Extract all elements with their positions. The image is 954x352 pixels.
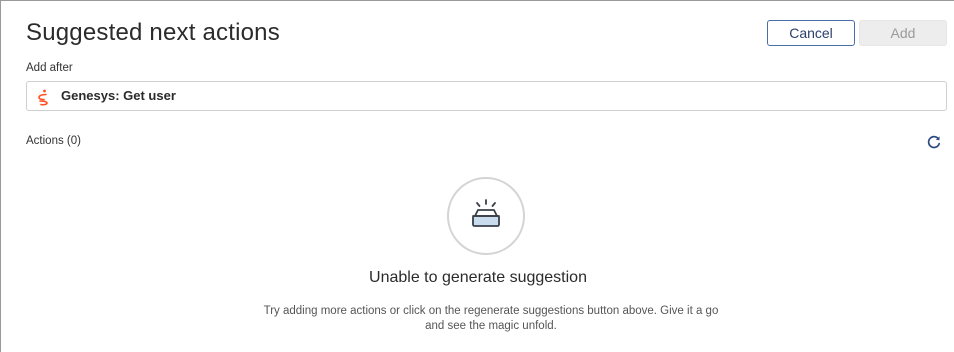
page-title: Suggested next actions [26,19,280,46]
cancel-button[interactable]: Cancel [767,20,855,46]
add-after-label: Add after [26,62,73,74]
empty-tray-icon [472,199,500,227]
empty-state-title: Unable to generate suggestion [369,269,587,286]
empty-state-illustration [447,177,525,255]
empty-state-description: Try adding more actions or click on the … [263,305,719,332]
genesys-logo-icon [36,88,50,106]
regenerate-icon[interactable] [926,134,942,150]
suggested-actions-panel: Suggested next actions Cancel Add Add af… [0,0,954,352]
add-button[interactable]: Add [859,20,947,46]
add-after-value: Genesys: Get user [61,88,176,103]
actions-count-label: Actions (0) [26,135,81,147]
add-after-field[interactable]: Genesys: Get user [26,81,947,111]
